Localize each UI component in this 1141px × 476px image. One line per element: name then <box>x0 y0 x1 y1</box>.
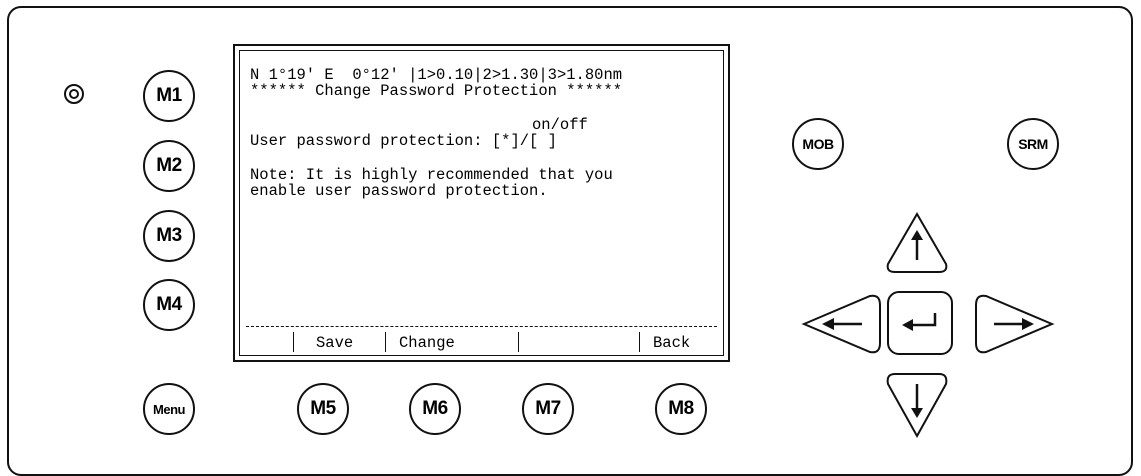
m5-button[interactable]: M5 <box>297 383 349 435</box>
m5-label: M5 <box>310 398 336 419</box>
softkey-separator <box>293 332 294 352</box>
menu-button[interactable]: Menu <box>143 383 195 435</box>
password-protection-option[interactable]: User password protection: [*]/[ ] <box>250 133 557 150</box>
status-led-icon <box>64 84 84 104</box>
menu-label: Menu <box>153 401 185 417</box>
m6-button[interactable]: M6 <box>409 383 461 435</box>
m3-button[interactable]: M3 <box>143 210 195 262</box>
m8-label: M8 <box>668 398 694 419</box>
screen-title: ****** Change Password Protection ****** <box>250 82 623 100</box>
softkey-divider <box>246 326 717 327</box>
arrow-left-icon[interactable] <box>800 293 884 355</box>
m2-button[interactable]: M2 <box>143 140 195 192</box>
m4-label: M4 <box>156 294 182 315</box>
softkey-save[interactable]: Save <box>316 334 353 352</box>
enter-return-icon <box>902 313 937 331</box>
m6-label: M6 <box>422 398 448 419</box>
m8-button[interactable]: M8 <box>655 383 707 435</box>
enter-button[interactable] <box>887 291 953 355</box>
arrow-up-icon[interactable] <box>884 210 950 276</box>
mob-label: MOB <box>802 136 834 152</box>
softkey-bar: Save Change Back <box>246 323 717 353</box>
softkey-separator <box>639 332 640 352</box>
note-line-2: enable user password protection. <box>250 182 548 200</box>
m2-label: M2 <box>156 155 182 176</box>
softkey-separator <box>385 332 386 352</box>
m1-label: M1 <box>156 85 182 106</box>
m7-button[interactable]: M7 <box>522 383 574 435</box>
softkey-change[interactable]: Change <box>399 334 455 352</box>
arrow-right-icon[interactable] <box>972 293 1056 355</box>
srm-label: SRM <box>1018 136 1048 152</box>
softkey-back[interactable]: Back <box>653 334 690 352</box>
softkey-separator <box>518 332 519 352</box>
srm-button[interactable]: SRM <box>1007 118 1059 170</box>
lcd-screen: N 1°19' E 0°12' |1>0.10|2>1.30|3>1.80nm … <box>233 44 730 362</box>
m7-label: M7 <box>535 398 561 419</box>
mob-button[interactable]: MOB <box>792 118 844 170</box>
m4-button[interactable]: M4 <box>143 279 195 331</box>
arrow-down-icon[interactable] <box>884 370 950 440</box>
m1-button[interactable]: M1 <box>143 70 195 122</box>
m3-label: M3 <box>156 225 182 246</box>
lcd-screen-frame: N 1°19' E 0°12' |1>0.10|2>1.30|3>1.80nm … <box>239 50 724 356</box>
